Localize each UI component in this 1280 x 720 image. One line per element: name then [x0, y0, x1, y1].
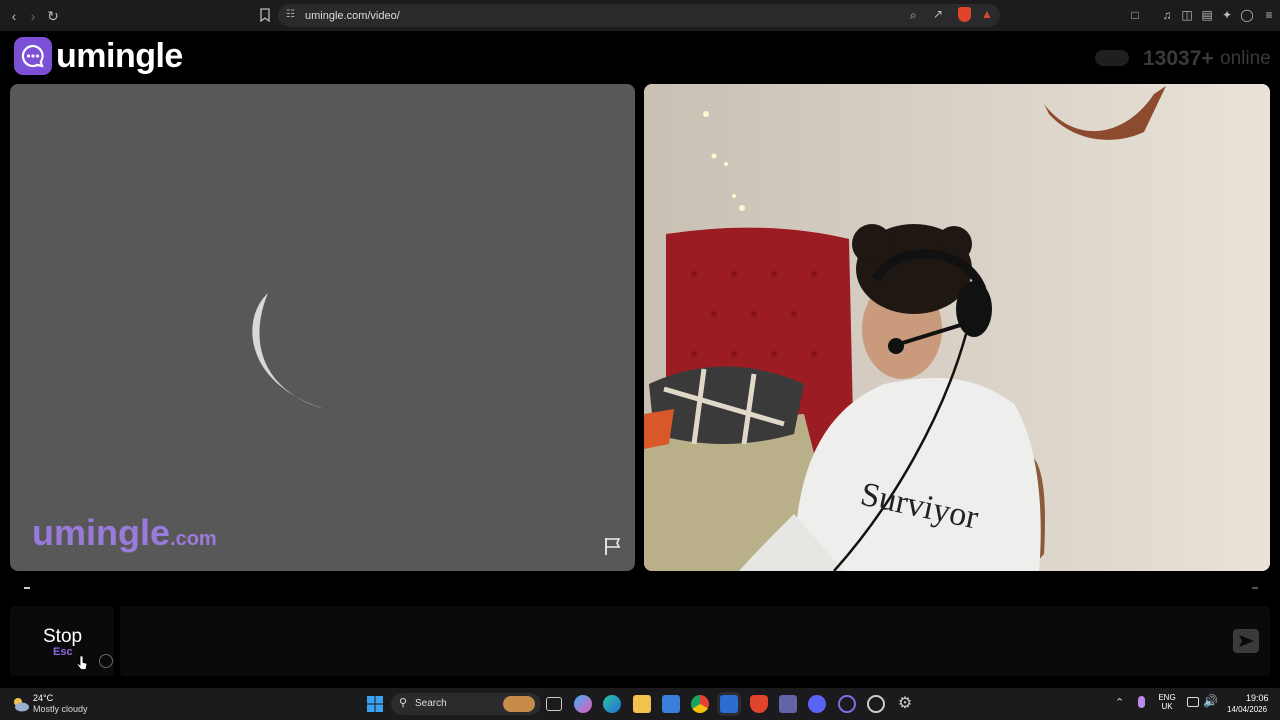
watermark-main: umingle — [32, 512, 171, 553]
share-icon[interactable]: ↗ — [933, 7, 943, 21]
weather-cloud-icon[interactable] — [10, 695, 30, 713]
volume-icon[interactable]: 🔊 — [1203, 694, 1218, 708]
app-sync-icon[interactable] — [867, 695, 885, 713]
edge-icon[interactable] — [603, 695, 621, 713]
search-icon: ⚲ — [399, 697, 408, 709]
status-indicator-icon — [99, 654, 113, 668]
stop-label: Stop — [43, 626, 83, 647]
microphone-icon[interactable] — [1138, 696, 1145, 708]
zoom-icon[interactable]: ⌕ — [910, 8, 917, 23]
task-view-icon[interactable] — [546, 697, 562, 711]
address-bar[interactable]: ☷ umingle.com/video/ ⌕ ↗ ▲ — [278, 4, 1000, 27]
clock-time[interactable]: 19:06 — [1246, 693, 1269, 703]
right-progress-marker — [1252, 587, 1258, 589]
stop-button[interactable]: Stop Esc — [10, 606, 114, 676]
url-text: umingle.com/video/ — [305, 9, 400, 22]
teams-icon[interactable] — [779, 695, 797, 713]
reload-icon[interactable]: ↻ — [43, 6, 63, 26]
store-icon[interactable] — [662, 695, 680, 713]
self-camera-panel: Surviyor — [644, 84, 1270, 571]
report-flag-icon[interactable] — [603, 536, 623, 556]
site-info-icon[interactable]: ☷ — [286, 9, 295, 20]
sidebar-icon[interactable]: ◫ — [1180, 8, 1194, 22]
left-progress-marker — [24, 587, 30, 589]
search-highlight-icon — [503, 696, 535, 712]
leo-ai-icon[interactable]: ✦ — [1220, 8, 1234, 22]
taskbar-search[interactable]: ⚲ Search — [391, 693, 541, 715]
discord-icon[interactable] — [808, 695, 826, 713]
os-taskbar: 24°C Mostly cloudy ⚲ Search ⚙ ⌃ ENG UK 🔊… — [0, 688, 1280, 720]
file-explorer-icon[interactable] — [633, 695, 651, 713]
settings-gear-icon[interactable]: ⚙ — [896, 695, 914, 713]
clock-date[interactable]: 14/04/2026 — [1227, 705, 1267, 714]
camera-feed-image: Surviyor — [644, 84, 1270, 571]
language-bottom: UK — [1161, 702, 1173, 711]
online-count: 13037+ — [1143, 47, 1214, 70]
brave-shield-icon[interactable] — [958, 7, 971, 22]
logo-wordmark[interactable]: umingle — [56, 37, 183, 76]
copilot-icon[interactable] — [574, 695, 592, 713]
menu-icon[interactable]: ≡ — [1262, 8, 1276, 22]
app-ring-icon[interactable] — [838, 695, 856, 713]
site-watermark: umingle.com — [32, 512, 217, 554]
back-icon[interactable]: ‹ — [4, 6, 24, 26]
send-icon[interactable] — [1233, 629, 1259, 653]
stranger-video-panel: umingle.com — [10, 84, 635, 571]
logo-chat-icon[interactable] — [14, 37, 52, 75]
media-icon[interactable]: ♫ — [1160, 8, 1174, 22]
chrome-icon[interactable] — [691, 695, 709, 713]
weather-desc[interactable]: Mostly cloudy — [33, 704, 88, 714]
browser-toolbar: ‹ › ↻ ☷ umingle.com/video/ ⌕ ↗ ▲ □ ♫ ◫ ▤… — [0, 0, 1280, 31]
online-label: online — [1220, 48, 1271, 69]
forward-icon[interactable]: › — [23, 6, 43, 26]
mouse-cursor-icon — [76, 655, 88, 670]
language-top: ENG — [1158, 693, 1176, 702]
wallet-icon[interactable]: ▤ — [1200, 8, 1214, 22]
loading-spinner-icon — [252, 293, 325, 409]
windows-start-icon[interactable] — [367, 696, 383, 712]
bookmark-icon[interactable] — [258, 8, 272, 23]
tab-search-icon[interactable]: □ — [1128, 8, 1142, 22]
filter-toggle[interactable] — [1095, 50, 1129, 66]
site-header: umingle 13037+ online — [0, 31, 1280, 83]
search-label: Search — [415, 698, 447, 709]
network-icon[interactable] — [1187, 697, 1199, 707]
brave-rewards-icon[interactable]: ▲ — [981, 7, 993, 21]
vpn-icon[interactable]: ◯ — [1240, 8, 1254, 22]
brave-icon[interactable] — [750, 695, 768, 713]
weather-temp[interactable]: 24°C — [33, 693, 53, 703]
language-indicator[interactable]: ENG UK — [1156, 693, 1178, 711]
tray-chevron-icon[interactable]: ⌃ — [1115, 696, 1124, 709]
watermark-sub: .com — [170, 528, 217, 550]
stop-shortcut-hint: Esc — [53, 646, 73, 658]
outlook-icon[interactable] — [720, 695, 738, 713]
chat-input[interactable] — [120, 606, 1270, 676]
